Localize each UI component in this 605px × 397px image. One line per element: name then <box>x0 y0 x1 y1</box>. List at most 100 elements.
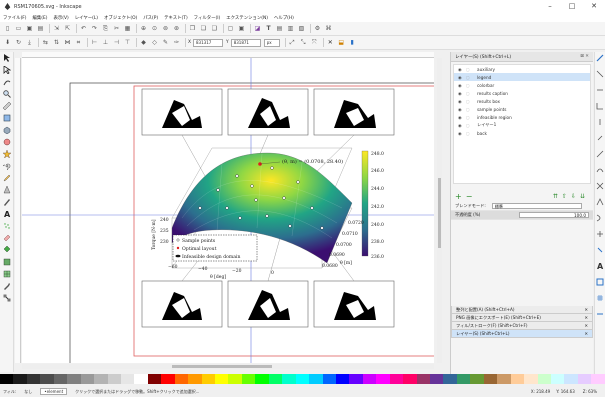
eye-icon[interactable]: ◉ <box>458 83 463 88</box>
color-swatch[interactable] <box>577 374 592 384</box>
export-icon[interactable]: ⇱ <box>63 24 72 33</box>
lock-icon[interactable]: ◌ <box>466 91 471 96</box>
color-swatch[interactable] <box>564 374 578 384</box>
color-swatch[interactable] <box>13 374 27 384</box>
x-input[interactable]: 831317 <box>193 38 224 47</box>
lock-icon[interactable]: ◌ <box>466 83 471 88</box>
color-swatch[interactable] <box>362 374 377 384</box>
close-icon[interactable]: ✕ <box>584 315 588 320</box>
blend-mode-select[interactable]: 標準 <box>491 203 582 209</box>
pencil-tool-icon[interactable] <box>2 173 12 183</box>
scroll-thumb[interactable] <box>438 178 441 248</box>
group-icon[interactable]: ▢ <box>226 24 235 33</box>
eye-icon[interactable]: ◉ <box>458 123 463 128</box>
star-tool-icon[interactable] <box>2 149 12 159</box>
connector-tool-icon[interactable] <box>2 293 12 303</box>
color-swatch[interactable] <box>403 374 417 384</box>
spray-tool-icon[interactable] <box>2 221 12 231</box>
snap-center-icon[interactable] <box>596 134 604 142</box>
snap-intersection-icon[interactable] <box>596 182 604 190</box>
flip-v-icon[interactable]: ⇅ <box>52 38 61 47</box>
color-swatch[interactable] <box>295 374 310 384</box>
snap-midpoint-icon[interactable] <box>596 118 604 126</box>
color-swatch[interactable] <box>537 374 551 384</box>
color-swatch[interactable] <box>416 374 430 384</box>
color-swatch[interactable] <box>591 374 605 384</box>
dropper-tool-icon[interactable] <box>2 281 12 291</box>
unit-select[interactable]: px <box>263 38 280 47</box>
horizontal-scrollbar[interactable] <box>22 364 434 369</box>
preferences-icon[interactable]: ⚙ <box>313 24 322 33</box>
menu-file[interactable]: ファイル(F) <box>3 15 27 21</box>
lock-icon[interactable]: ◌ <box>466 67 471 72</box>
menu-view[interactable]: 表示(V) <box>54 15 69 21</box>
ungroup-icon[interactable]: ▣ <box>237 24 246 33</box>
menu-text[interactable]: テキスト(T) <box>164 15 188 21</box>
eye-icon[interactable]: ◉ <box>458 107 463 112</box>
transform-stroke-icon[interactable]: ⤢ <box>288 38 297 47</box>
close-icon[interactable]: ✕ <box>584 331 588 336</box>
opacity-input[interactable]: 100.0 <box>519 212 589 218</box>
lock-icon[interactable]: ◌ <box>466 123 471 128</box>
snap-nodes-icon[interactable] <box>596 150 604 158</box>
align-icon[interactable]: ▧ <box>297 24 306 33</box>
color-swatch[interactable] <box>67 374 81 384</box>
align-right-icon[interactable]: ⊣ <box>112 38 121 47</box>
snap-toggle-icon[interactable]: ⬓ <box>337 38 346 47</box>
pen-tool-icon[interactable] <box>2 185 12 195</box>
eye-icon[interactable]: ◉ <box>458 99 463 104</box>
color-swatch[interactable] <box>255 374 269 384</box>
snap-guide-icon[interactable] <box>596 310 604 318</box>
color-swatch[interactable] <box>524 374 538 384</box>
eye-icon[interactable]: ◉ <box>458 67 463 72</box>
snap-grid-icon[interactable] <box>596 294 604 302</box>
color-swatch[interactable] <box>456 374 471 384</box>
menu-object[interactable]: オブジェクト(O) <box>104 15 137 21</box>
add-layer-icon[interactable]: + <box>455 192 462 201</box>
menu-extensions[interactable]: エクステンション(N) <box>226 15 268 21</box>
remove-layer-icon[interactable]: − <box>466 192 473 201</box>
color-swatch[interactable] <box>94 374 108 384</box>
x-close-icon[interactable]: ✕ <box>326 38 335 47</box>
zoom-width-icon[interactable]: ⊛ <box>172 24 181 33</box>
redo-icon[interactable]: ↷ <box>90 24 99 33</box>
menu-edit[interactable]: 編集(E) <box>33 15 48 21</box>
layers-icon[interactable]: ▤ <box>275 24 284 33</box>
mirror-icon[interactable]: ⋈ <box>63 38 72 47</box>
zoom-drawing-icon[interactable]: ⊙ <box>150 24 159 33</box>
copy-icon[interactable]: ⎘ <box>101 24 110 33</box>
duplicate-icon[interactable]: ❐ <box>188 24 197 33</box>
align-top-icon[interactable]: ⊤ <box>123 38 132 47</box>
zoom-selection-icon[interactable]: ⊕ <box>139 24 148 33</box>
close-icon[interactable]: ✕ <box>584 323 588 328</box>
dock-tab-layers[interactable]: レイヤー(S) (Shift+Ctrl+L) ✕ <box>451 330 593 338</box>
layer-row[interactable]: ◉ ◌ colorbar <box>454 81 590 89</box>
color-swatch[interactable] <box>40 374 54 384</box>
snap-object-midpoint-icon[interactable] <box>596 230 604 238</box>
color-swatch[interactable] <box>161 374 175 384</box>
color-swatch[interactable] <box>174 374 189 384</box>
lower-bottom-icon[interactable]: ⤓ <box>25 38 34 47</box>
paste-icon[interactable]: ▦ <box>123 24 132 33</box>
snap-options-icon[interactable]: ▮ <box>348 38 357 47</box>
eraser-tool-icon[interactable] <box>2 233 12 243</box>
color-swatch[interactable] <box>497 374 511 384</box>
snap-bbox-icon[interactable] <box>596 70 604 78</box>
layer-row[interactable]: ◉ ◌ レイヤー1 <box>454 121 590 129</box>
color-swatch[interactable] <box>389 374 404 384</box>
snap-enable-icon[interactable] <box>596 54 604 62</box>
selector-tool-icon[interactable] <box>2 53 12 63</box>
color-swatch[interactable] <box>228 374 242 384</box>
lock-icon[interactable]: ◌ <box>466 115 471 120</box>
print-icon[interactable]: ▤ <box>36 24 45 33</box>
cut-icon[interactable]: ✂ <box>112 24 121 33</box>
node-tool-icon[interactable] <box>2 65 12 75</box>
color-swatch[interactable] <box>147 374 162 384</box>
vertical-scrollbar[interactable] <box>437 58 442 363</box>
color-swatch[interactable] <box>201 374 215 384</box>
dock-tab-align[interactable]: 整列と配置(A) (Shift+Ctrl+A) ✕ <box>451 306 593 314</box>
snap-paths-icon[interactable] <box>596 166 604 174</box>
align-left-icon[interactable]: ⊢ <box>90 38 99 47</box>
import-icon[interactable]: ⇲ <box>52 24 61 33</box>
layer-row[interactable]: ◉ ◌ results box <box>454 97 590 105</box>
